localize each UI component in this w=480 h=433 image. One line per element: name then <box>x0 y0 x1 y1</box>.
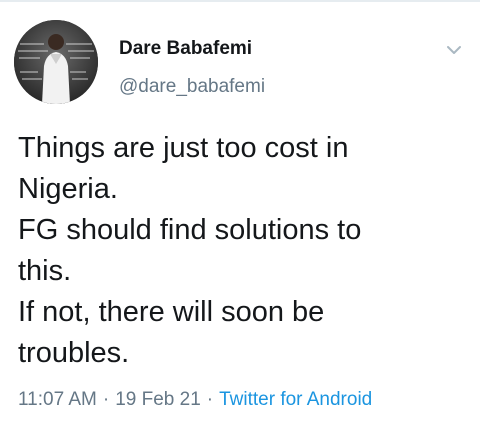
user-handle[interactable]: @dare_babafemi <box>119 76 265 98</box>
tweet-date[interactable]: 19 Feb 21 <box>115 389 201 410</box>
tweet-text-line: troubles. <box>18 337 130 369</box>
tweet-text-line: FG should find solutions to <box>18 214 362 246</box>
tweet-card: Dare Babafemi @dare_babafemi Things are … <box>0 0 480 433</box>
tweet-text-line: this. <box>18 255 72 287</box>
chevron-down-icon <box>447 46 461 54</box>
tweet-metadata: 11:07 AM · 19 Feb 21 · Twitter for Android <box>18 389 372 411</box>
tweet-time[interactable]: 11:07 AM <box>18 389 97 410</box>
tweet-menu-button[interactable] <box>440 38 468 62</box>
avatar[interactable] <box>14 20 98 104</box>
meta-separator: · <box>206 389 214 410</box>
tweet-text-line: Things are just too cost in <box>18 132 349 164</box>
tweet-source-link[interactable]: Twitter for Android <box>219 389 372 410</box>
tweet-text-line: Nigeria. <box>18 173 118 205</box>
tweet-text-line: If not, there will soon be <box>18 296 325 328</box>
divider <box>0 0 480 2</box>
tweet-text: Things are just too cost in Nigeria. FG … <box>18 128 468 374</box>
display-name[interactable]: Dare Babafemi <box>119 38 252 60</box>
profile-photo-icon <box>14 20 98 104</box>
meta-separator: · <box>102 389 110 410</box>
